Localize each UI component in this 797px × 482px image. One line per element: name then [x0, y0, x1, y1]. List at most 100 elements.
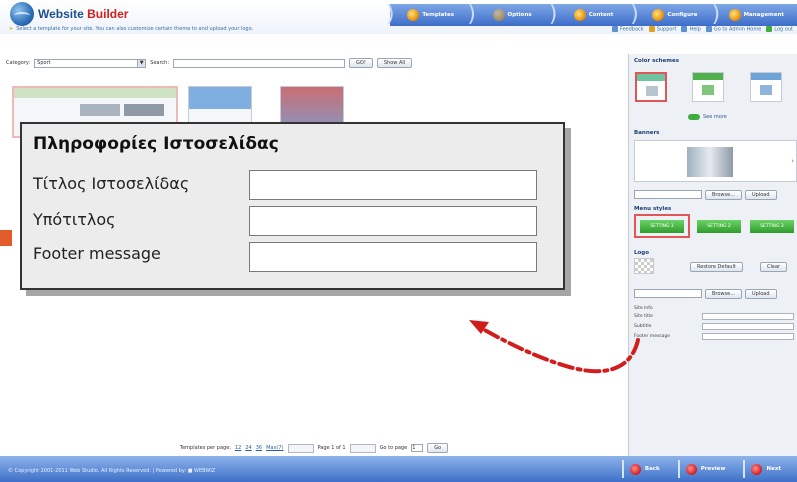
app-title: Website Builder — [38, 7, 129, 21]
help-icon — [681, 26, 688, 32]
hint-text: ➤ Select a template for your site. You ca… — [9, 26, 254, 32]
footer-message-input-mini[interactable] — [702, 332, 794, 340]
feedback-link[interactable]: Feedback — [611, 26, 644, 33]
banner-image — [687, 147, 733, 177]
menu-style-option[interactable]: SETTING 3 — [750, 220, 794, 233]
per-page-label: Templates per page: — [179, 445, 231, 451]
restore-default-button[interactable]: Restore Default — [690, 262, 743, 272]
support-link[interactable]: Support — [648, 26, 676, 33]
more-icon — [688, 114, 700, 120]
site-info-row: Site title — [634, 311, 794, 321]
menu-styles-title: Menu styles — [634, 206, 672, 212]
logout-link[interactable]: Log out — [766, 26, 793, 33]
separator-icon: ) — [386, 2, 395, 27]
prev-page-button[interactable] — [287, 443, 314, 453]
feedback-icon — [611, 26, 618, 32]
per-page-12[interactable]: 12 — [235, 445, 241, 451]
see-more-link[interactable]: See more — [688, 114, 727, 120]
subtitle-input-mini[interactable] — [702, 322, 794, 330]
scheme-swatch — [702, 85, 714, 95]
preview-icon — [685, 463, 697, 475]
chevron-right-icon: › — [791, 157, 794, 165]
goto-page-input[interactable]: 1 — [411, 444, 424, 452]
side-marker — [0, 230, 12, 246]
separator-icon: ) — [548, 2, 558, 27]
callout-arrow-icon — [469, 320, 640, 374]
search-input[interactable] — [173, 58, 346, 68]
home-icon — [705, 26, 712, 32]
go-button[interactable]: GO! — [349, 58, 373, 68]
globe-icon — [10, 2, 34, 26]
subtitle-label: Υπότιτλος — [33, 210, 116, 229]
step-options[interactable]: ) Options — [467, 4, 552, 26]
thumb-block — [80, 104, 120, 116]
copyright-text: © Copyright 2001-2011 Web Studio. All Ri… — [8, 468, 216, 474]
back-arrow-icon — [629, 463, 641, 475]
logout-icon — [766, 26, 773, 32]
thumb-band — [189, 87, 251, 109]
help-link[interactable]: Help — [681, 26, 701, 33]
footer-message-label: Footer message — [33, 244, 161, 263]
logo-placeholder — [634, 258, 654, 274]
step-templates[interactable]: ) Templates — [386, 4, 471, 26]
wizard-nav: Back Preview Next — [621, 460, 791, 478]
site-info-row: Subtitle — [634, 321, 794, 331]
step-configure[interactable]: ) Configure — [630, 4, 715, 26]
wizard-steps: ) Templates ) Options ) Content ) Configure … — [386, 4, 797, 26]
app-logo[interactable]: Website Builder — [10, 2, 128, 26]
step-management[interactable]: ) Management — [712, 4, 797, 26]
logo-upload-row: Browse... Upload — [634, 289, 777, 299]
banners-title: Banners — [634, 130, 660, 136]
banner-upload-button[interactable]: Upload — [744, 190, 777, 200]
site-info-callout: Πληροφορίες Ιστοσελίδας Τίτλος Ιστοσελίδ… — [20, 122, 565, 290]
step-icon — [652, 9, 665, 21]
separator-icon: ) — [467, 2, 476, 27]
banner-upload-row: Browse... Upload — [634, 190, 777, 200]
goto-label: Go to page — [379, 445, 408, 451]
next-page-button[interactable] — [349, 443, 376, 453]
hint-arrow-icon: ➤ — [9, 26, 14, 32]
menu-style-option[interactable]: SETTING 1 — [640, 220, 684, 233]
step-content[interactable]: ) Content — [549, 4, 634, 26]
admin-home-link[interactable]: Go to Admin Home — [705, 26, 761, 33]
support-icon — [648, 26, 655, 32]
banner-browse-button[interactable]: Browse... — [705, 190, 742, 200]
banner-preview[interactable]: › — [634, 140, 797, 182]
banner-file-input[interactable] — [634, 190, 702, 199]
next-button[interactable]: Next — [743, 460, 791, 478]
scheme-swatch — [637, 74, 665, 81]
preview-button[interactable]: Preview — [677, 460, 736, 478]
site-title-label: Τίτλος Ιστοσελίδας — [33, 174, 190, 193]
menu-style-option[interactable]: SETTING 2 — [697, 220, 741, 233]
color-scheme-option[interactable] — [692, 72, 724, 102]
logo-clear-button[interactable]: Clear — [760, 262, 788, 272]
site-info-row: Footer message — [634, 331, 794, 341]
app-footer: © Copyright 2001-2011 Web Studio. All Ri… — [0, 456, 797, 482]
scheme-swatch — [646, 86, 658, 96]
footer-message-input[interactable] — [249, 242, 537, 272]
color-scheme-option[interactable] — [750, 72, 782, 102]
per-page-24[interactable]: 24 — [245, 445, 251, 451]
logo-browse-button[interactable]: Browse... — [705, 289, 742, 299]
pager: Templates per page: 12 24 36 Max(7) Page… — [0, 441, 628, 455]
site-info-mini: Site Info Site title Subtitle Footer mes… — [634, 306, 794, 341]
color-scheme-option[interactable] — [635, 72, 667, 102]
show-all-button[interactable]: Show All — [376, 58, 413, 68]
scheme-swatch — [751, 73, 781, 80]
chevron-down-icon: ▼ — [137, 59, 146, 67]
site-title-input[interactable] — [249, 170, 537, 200]
scheme-swatch — [693, 73, 723, 80]
logo-upload-button[interactable]: Upload — [744, 289, 777, 299]
app-header: Website Builder ➤ Select a template for y… — [0, 0, 797, 34]
category-select[interactable]: Sport ▼ — [34, 58, 147, 68]
next-arrow-icon — [751, 463, 763, 475]
per-page-36[interactable]: 36 — [256, 445, 262, 451]
goto-button[interactable]: Go — [427, 443, 449, 453]
subtitle-input[interactable] — [249, 206, 537, 236]
back-button[interactable]: Back — [621, 460, 670, 478]
site-title-input-mini[interactable] — [702, 312, 794, 320]
category-label: Category: — [6, 60, 31, 66]
per-page-max[interactable]: Max(7) — [266, 445, 283, 451]
logo-file-input[interactable] — [634, 289, 702, 298]
top-links: Feedback Support Help Go to Admin Home L… — [611, 26, 793, 33]
